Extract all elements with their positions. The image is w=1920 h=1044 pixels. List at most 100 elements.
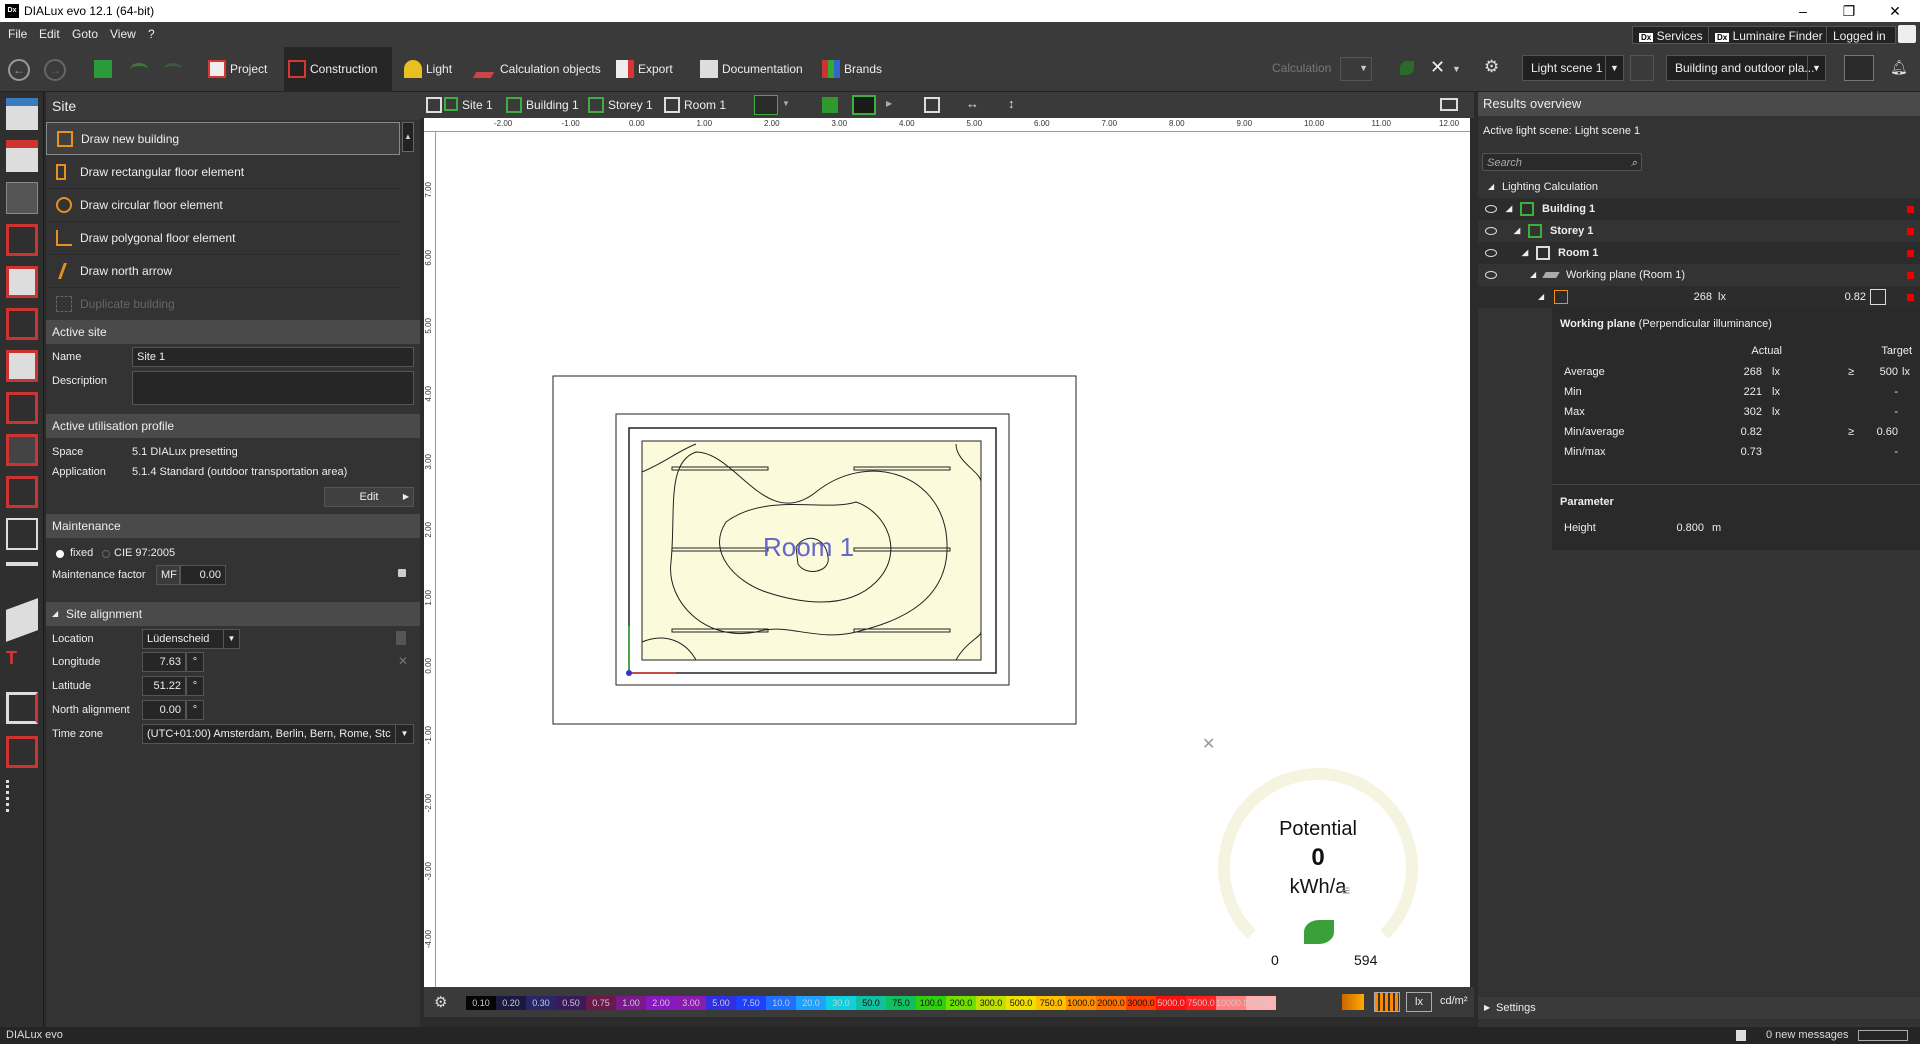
- scene-options-icon[interactable]: [1630, 55, 1654, 81]
- time-zone-select[interactable]: (UTC+01:00) Amsterdam, Berlin, Bern, Rom…: [142, 724, 414, 744]
- action-list-scrollbar[interactable]: ▲: [402, 122, 414, 152]
- breadcrumb-site[interactable]: Site 1: [426, 95, 493, 115]
- storey-tool-icon[interactable]: [6, 266, 38, 298]
- results-search-input[interactable]: Search ⌕: [1482, 153, 1642, 171]
- luminaire-finder-button[interactable]: Dx Luminaire Finder: [1708, 26, 1832, 44]
- breadcrumb-storey[interactable]: Storey 1: [586, 95, 653, 115]
- chevron-right-icon[interactable]: ▶: [886, 99, 892, 108]
- legend-bar[interactable]: 0.10 0.20 0.30 0.50 0.75 1.00 2.00 3.00 5.00 7.50…: [466, 987, 1276, 1017]
- save-icon[interactable]: [94, 60, 112, 78]
- roof-tool-icon[interactable]: [6, 392, 38, 424]
- tab-project[interactable]: Project: [204, 47, 282, 92]
- menu-file[interactable]: File: [8, 27, 27, 41]
- working-plane-summary-row[interactable]: ◢ 268 lx 0.82: [1478, 286, 1920, 308]
- tree-room[interactable]: ◢ Room 1: [1478, 242, 1920, 264]
- fit-view-icon[interactable]: [924, 97, 940, 113]
- wall-tool-icon[interactable]: [6, 350, 38, 382]
- menu-help[interactable]: ?: [148, 27, 155, 41]
- logged-in-button[interactable]: Logged in ▾: [1826, 26, 1896, 61]
- redo-icon[interactable]: [164, 63, 182, 75]
- tree-working-plane[interactable]: ◢ Working plane (Room 1): [1478, 264, 1920, 286]
- breadcrumb-room[interactable]: Room 1: [662, 95, 726, 115]
- ifc-import-icon[interactable]: [6, 140, 38, 172]
- close-potential-icon[interactable]: ✕: [1202, 734, 1215, 754]
- room-tool-icon[interactable]: [6, 308, 38, 340]
- window-tool-icon[interactable]: [6, 736, 38, 768]
- menu-edit[interactable]: Edit: [39, 27, 60, 41]
- floor-tool-icon[interactable]: [6, 476, 38, 508]
- status-messages[interactable]: 0 new messages: [1766, 1027, 1849, 1044]
- legend-settings-icon[interactable]: ⚙: [434, 993, 447, 1011]
- visibility-eye-icon[interactable]: [1485, 271, 1497, 279]
- undo-icon[interactable]: [130, 63, 148, 75]
- tab-brands[interactable]: Brands: [818, 47, 888, 92]
- message-icon[interactable]: [1736, 1030, 1746, 1041]
- menu-goto[interactable]: Goto: [72, 27, 98, 41]
- visibility-eye-icon[interactable]: [1485, 227, 1497, 235]
- gear-icon[interactable]: ⚙: [1484, 57, 1499, 77]
- unit-lx-button[interactable]: lx: [1406, 992, 1432, 1012]
- draw-polygon-floor-button[interactable]: Draw polygonal floor element: [46, 222, 400, 255]
- tab-calculation-objects[interactable]: Calculation objects: [472, 47, 602, 92]
- 3d-view-toggle-icon[interactable]: [1844, 55, 1874, 81]
- edit-profile-button[interactable]: Edit ▶: [324, 487, 414, 507]
- material-tool-icon[interactable]: [6, 598, 38, 642]
- measure-icon[interactable]: ↔: [966, 96, 979, 111]
- floor-plan-canvas[interactable]: Room 1 ✕ Potential 0 kWh/a ≡ 0 594: [436, 132, 1470, 987]
- axis-icon[interactable]: ↕: [1008, 96, 1015, 111]
- north-alignment-input[interactable]: 0.00: [142, 700, 186, 720]
- snap-tool-icon[interactable]: [754, 95, 778, 115]
- bell-icon[interactable]: 🔔︎: [1890, 59, 1908, 76]
- tab-light[interactable]: Light: [400, 47, 462, 92]
- building-tool-icon[interactable]: [6, 224, 38, 256]
- dwg-import-icon[interactable]: [6, 98, 38, 130]
- view-green-cube-icon[interactable]: [822, 97, 838, 113]
- calculation-dropdown[interactable]: ▼: [1340, 57, 1372, 81]
- tab-construction[interactable]: Construction: [284, 47, 392, 92]
- floor-plan-icon[interactable]: [852, 95, 876, 115]
- location-select[interactable]: Lüdenscheid ▼: [142, 629, 240, 649]
- draw-circle-floor-button[interactable]: Draw circular floor element: [46, 189, 400, 222]
- site-name-input[interactable]: Site 1: [132, 347, 414, 367]
- latitude-input[interactable]: 51.22: [142, 676, 186, 696]
- site-tool-icon[interactable]: [6, 182, 38, 214]
- draw-new-building-button[interactable]: Draw new building: [46, 122, 400, 155]
- breadcrumb-building[interactable]: Building 1: [504, 95, 579, 115]
- legend-isolines-toggle[interactable]: [1374, 992, 1400, 1012]
- site-description-input[interactable]: [132, 371, 414, 405]
- tree-lighting-calculation[interactable]: ◢ Lighting Calculation: [1478, 176, 1920, 198]
- cie-radio[interactable]: [102, 550, 110, 558]
- monitor-icon[interactable]: [1440, 98, 1458, 111]
- legend-orange-swatch[interactable]: [1342, 994, 1364, 1010]
- lock-icon[interactable]: [398, 569, 406, 577]
- user-avatar-icon[interactable]: [1898, 25, 1916, 43]
- tree-building[interactable]: ◢ Building 1: [1478, 198, 1920, 220]
- tree-storey[interactable]: ◢ Storey 1: [1478, 220, 1920, 242]
- path-tool-icon[interactable]: [6, 780, 38, 812]
- unit-cdm2-label[interactable]: cd/m²: [1440, 995, 1468, 1007]
- longitude-input[interactable]: 7.63: [142, 652, 186, 672]
- site-alignment-header[interactable]: ◢ Site alignment: [46, 602, 420, 626]
- clear-location-icon[interactable]: ✕: [398, 654, 408, 668]
- visibility-eye-icon[interactable]: [1485, 249, 1497, 257]
- settings-section[interactable]: ▶ Settings: [1478, 997, 1920, 1019]
- chevron-down-icon[interactable]: ▼: [782, 99, 790, 108]
- visibility-eye-icon[interactable]: [1485, 205, 1497, 213]
- draw-north-arrow-button[interactable]: Draw north arrow: [46, 255, 400, 288]
- calculation-button[interactable]: Calculation: [1272, 61, 1331, 75]
- energy-leaf-icon[interactable]: [1400, 61, 1414, 75]
- clear-results-icon[interactable]: ✕: [1430, 57, 1445, 78]
- light-scene-select[interactable]: Light scene 1 ▼: [1522, 55, 1624, 81]
- door-tool-icon[interactable]: [6, 692, 38, 724]
- location-delete-icon[interactable]: [396, 631, 406, 645]
- ceiling-tool-icon[interactable]: [6, 434, 38, 466]
- text-tool-icon[interactable]: T: [6, 648, 38, 680]
- fixed-radio[interactable]: [56, 550, 64, 558]
- menu-lines-icon[interactable]: ≡: [1342, 882, 1350, 898]
- duplicate-building-button[interactable]: Duplicate building: [46, 288, 400, 321]
- tab-export[interactable]: Export: [612, 47, 678, 92]
- close-button[interactable]: ✕: [1872, 0, 1918, 22]
- cube-tool-icon[interactable]: [6, 518, 38, 550]
- menu-view[interactable]: View: [110, 27, 136, 41]
- maintenance-factor-input[interactable]: 0.00: [180, 565, 226, 585]
